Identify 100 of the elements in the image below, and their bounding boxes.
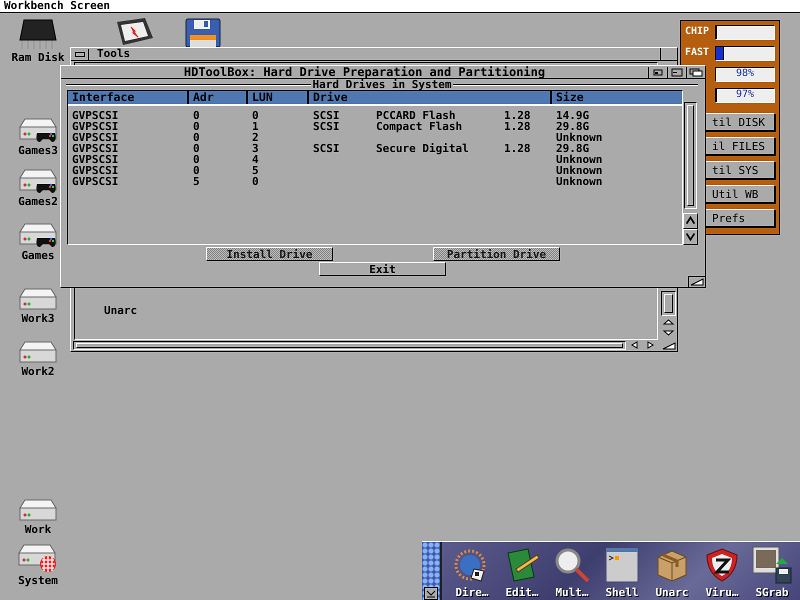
dock-item-label[interactable]: SGrab	[755, 587, 789, 599]
window-title: HDToolBox: Hard Drive Preparation and Partitioning	[182, 66, 546, 78]
table-cell-text: 0	[252, 110, 260, 121]
drive-row[interactable]: GVPSCSI 5 0 Unknown	[68, 176, 682, 187]
icon-label: Ram Disk	[12, 52, 64, 64]
meter-label: CHIP	[685, 26, 710, 38]
drive-row[interactable]: GVPSCSI 0 2 Unknown	[68, 132, 682, 143]
drive-gamepad-icon[interactable]	[19, 168, 57, 194]
column-header[interactable]: Adr	[189, 91, 248, 104]
screen-title: Workbench Screen	[4, 0, 110, 12]
collapse-button[interactable]	[424, 587, 438, 600]
icon-label: Work2	[21, 366, 55, 378]
table-cell-text: GVPSCSI	[72, 143, 120, 154]
table-cell-text: GVPSCSI	[72, 165, 120, 176]
table-cell-text: 2	[252, 132, 260, 143]
dock-item-label[interactable]: Mult…	[555, 587, 589, 599]
launcher-button[interactable]: Prefs	[705, 209, 775, 227]
drive-row[interactable]: GVPSCSI 0 4 Unknown	[68, 154, 682, 165]
down-arrow-icon[interactable]	[661, 328, 676, 338]
search-icon[interactable]	[554, 547, 590, 583]
table-cell-text: Secure Digital	[376, 143, 470, 154]
icon-label: Unarc	[104, 305, 138, 317]
hard-drive-ball-icon[interactable]	[18, 543, 58, 573]
hard-drive-icon[interactable]	[19, 340, 57, 364]
table-cell-text: SCSI	[313, 121, 340, 132]
table-cell-text: 0	[193, 110, 201, 121]
table-cell-text: 4	[252, 154, 260, 165]
icon-label: System	[18, 575, 58, 587]
table-cell-text: PCCARD Flash	[376, 110, 456, 121]
icon-label: Work3	[21, 313, 55, 325]
icon-label: Games	[21, 250, 55, 262]
table-cell-text: 5	[252, 165, 260, 176]
table-cell-text: 0	[193, 143, 201, 154]
table-cell-text: GVPSCSI	[72, 154, 120, 165]
icon-label: Games3	[18, 145, 58, 157]
drive-gamepad-icon[interactable]	[19, 222, 57, 248]
table-cell-text: 0	[193, 165, 201, 176]
column-header[interactable]: Interface	[68, 91, 189, 104]
table-cell-text: 0	[193, 132, 201, 143]
column-header[interactable]: LUN	[248, 91, 309, 104]
table-cell-text: 5	[193, 176, 201, 187]
dock-item-label[interactable]: Dire…	[455, 587, 489, 599]
table-cell-text: Unknown	[556, 176, 604, 187]
icon-label: Games2	[18, 196, 58, 208]
horizontal-scrollbar[interactable]	[73, 341, 626, 350]
terminal-window-icon[interactable]	[605, 547, 639, 583]
dock-item-label[interactable]: Viru…	[705, 587, 739, 599]
drive-row[interactable]: GVPSCSI 0 3 SCSI Secure Digital 1.28 29.8G	[68, 143, 682, 154]
depth-gadget-icon[interactable]	[686, 66, 705, 78]
table-cell-text: 1	[252, 121, 260, 132]
table-cell-text: 1.28	[504, 110, 532, 121]
up-arrow-icon[interactable]	[661, 317, 676, 327]
column-header[interactable]: Size	[552, 91, 682, 104]
table-cell-text: GVPSCSI	[72, 110, 120, 121]
drive-row[interactable]: GVPSCSI 0 0 SCSI PCCARD Flash 1.28 14.9G	[68, 110, 682, 121]
meter-label: FAST	[685, 47, 710, 59]
meter-reading: 98%	[734, 68, 756, 80]
dock-item-label[interactable]: Unarc	[655, 587, 689, 599]
table-cell-text: GVPSCSI	[72, 132, 120, 143]
table-cell-text: 1.28	[504, 121, 532, 132]
table-cell-text: Unknown	[556, 154, 604, 165]
table-cell-text: 14.9G	[556, 110, 590, 121]
drive-row[interactable]: GVPSCSI 0 5 Unknown	[68, 165, 682, 176]
drive-action-button[interactable]: Exit	[319, 262, 446, 276]
table-cell-text: SCSI	[313, 143, 340, 154]
vertical-scrollbar[interactable]	[661, 291, 676, 316]
meter-reading: 97%	[734, 89, 756, 101]
hard-drive-icon[interactable]	[19, 498, 57, 522]
table-cell-text: SCSI	[313, 110, 340, 121]
icon-label: Work	[24, 524, 52, 536]
launcher-button[interactable]: il FILES	[705, 137, 775, 155]
table-cell-text: 0	[193, 121, 201, 132]
table-cell-text: GVPSCSI	[72, 176, 120, 187]
launcher-button[interactable]: til DISK	[705, 113, 775, 131]
dock-item-label[interactable]: Edit…	[505, 587, 539, 599]
table-cell-text: GVPSCSI	[72, 121, 120, 132]
resize-gadget-icon[interactable]	[688, 276, 705, 287]
launcher-button[interactable]: Util WB	[705, 185, 775, 203]
vertical-scrollbar[interactable]	[684, 102, 697, 209]
resize-gadget-icon[interactable]	[662, 342, 676, 350]
table-cell-text: Unknown	[556, 165, 604, 176]
drive-row[interactable]: GVPSCSI 0 1 SCSI Compact Flash 1.28 29.8G	[68, 121, 682, 132]
group-title: Hard Drives in System	[311, 80, 453, 90]
table-cell-text: 3	[252, 143, 260, 154]
memory-chip-icon[interactable]	[18, 18, 58, 50]
table-cell-text: Compact Flash	[376, 121, 464, 132]
shield-icon[interactable]	[704, 547, 740, 583]
table-cell-text: 0	[193, 154, 201, 165]
drive-gamepad-icon[interactable]	[19, 117, 57, 143]
hard-drive-icon[interactable]	[19, 287, 57, 311]
dock-item-label[interactable]: Shell	[605, 587, 639, 599]
table-cell-text: 1.28	[504, 143, 532, 154]
table-cell-text: 29.8G	[556, 121, 590, 132]
picture-disk-icon[interactable]	[752, 546, 792, 584]
column-header[interactable]: Drive	[309, 91, 552, 104]
table-cell-text: Unknown	[556, 132, 604, 143]
window-title: Tools	[97, 48, 130, 60]
table-cell-text: 0	[252, 176, 260, 187]
launcher-button[interactable]: til SYS	[705, 161, 775, 179]
table-cell-text: 29.8G	[556, 143, 590, 154]
